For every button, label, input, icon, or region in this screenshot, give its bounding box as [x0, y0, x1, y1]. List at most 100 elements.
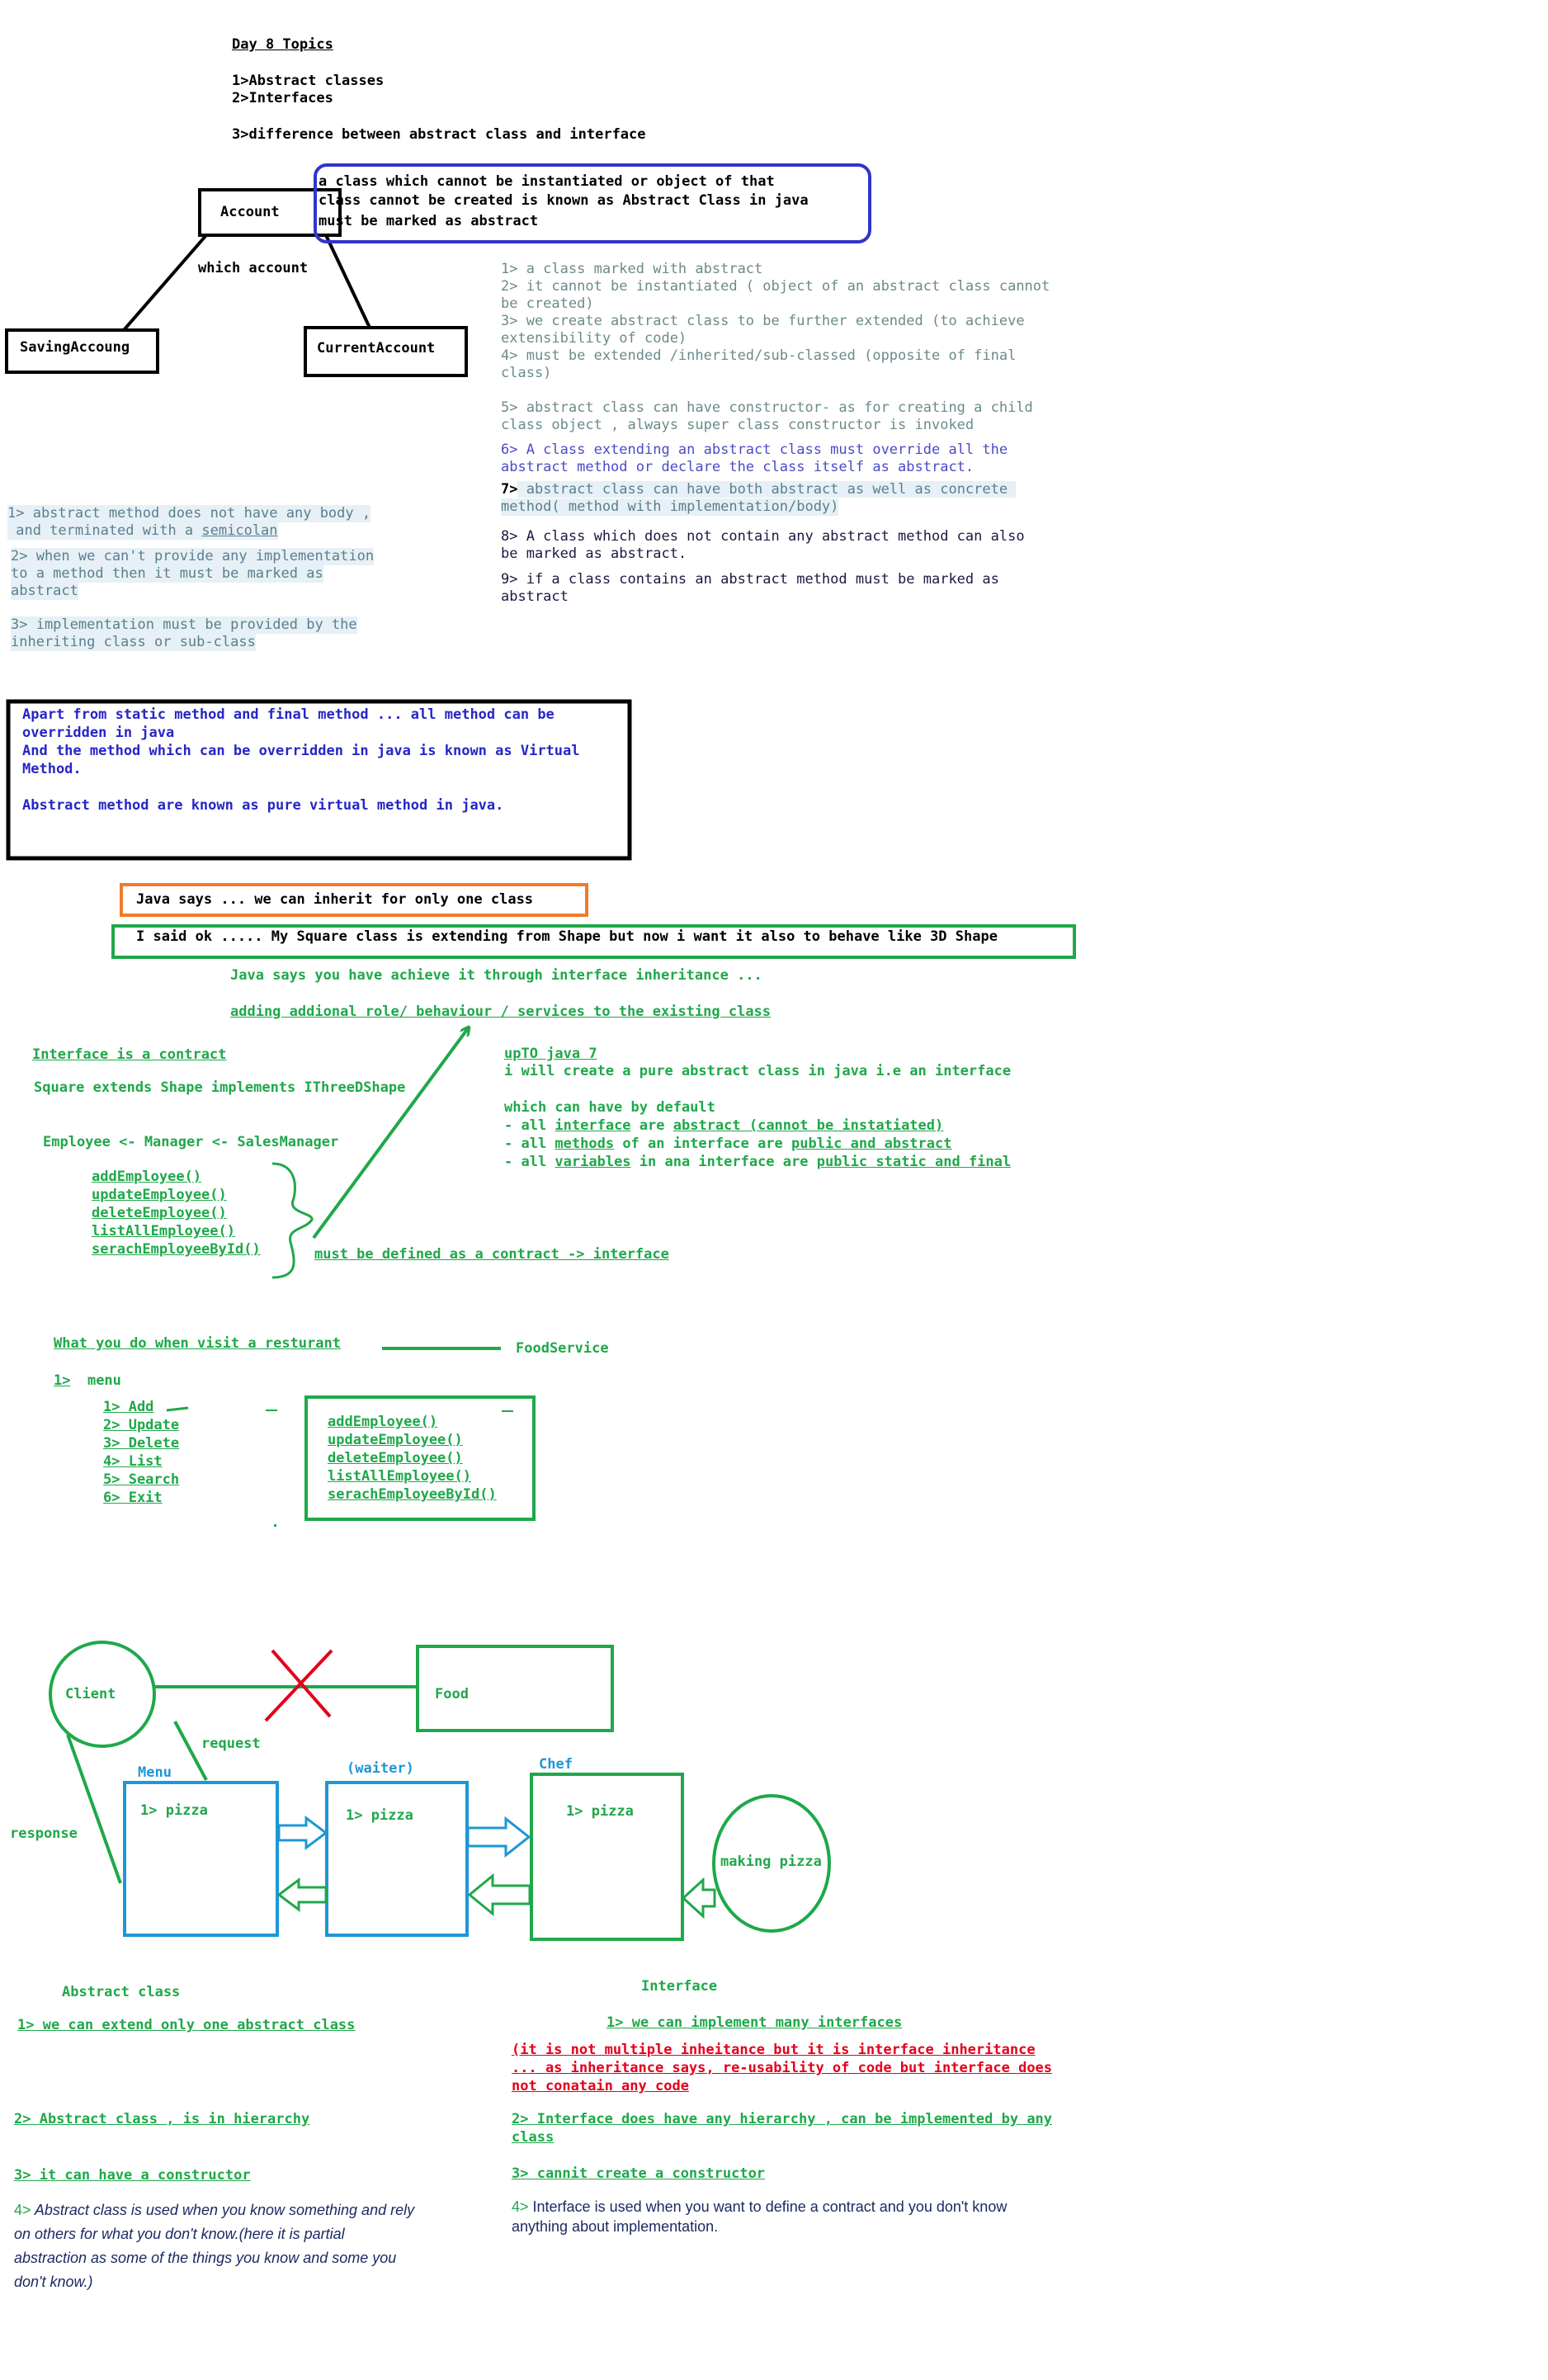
account-label: Account	[220, 204, 280, 220]
rule-line: method( method with implementation/body)	[501, 498, 839, 516]
menu-dot	[274, 1524, 276, 1527]
rule-7-text: abstract class can have both abstract as…	[517, 481, 1017, 498]
java7-text: - all	[504, 1117, 555, 1134]
menu-item: 2> Update	[103, 1417, 180, 1433]
java7-text: - all	[504, 1154, 555, 1170]
abstract-point-4-num: 4>	[14, 2202, 31, 2218]
waiter-pizza: 1> pizza	[346, 1807, 413, 1824]
interface-point-3: 3> cannit create a constructor	[512, 2165, 766, 2182]
virtual-line-1: Apart from static method and final metho…	[22, 706, 555, 723]
waiter-label: (waiter)	[347, 1760, 414, 1777]
food-service-label: FoodService	[516, 1340, 609, 1357]
method-item: deleteEmployee()	[92, 1205, 227, 1221]
java7-title: upTO java 7	[504, 1046, 597, 1062]
menu-to-waiter-arrow	[277, 1816, 328, 1850]
topic-1: 1>Abstract classes	[232, 73, 385, 89]
account-to-saving-line	[122, 234, 208, 332]
interface-heading: Interface	[641, 1978, 718, 1995]
java7-text: variables	[555, 1154, 631, 1170]
definition-line-3: must be marked as abstract	[319, 213, 539, 229]
menu-item: 5> Search	[103, 1471, 180, 1488]
method-item: serachEmployeeById()	[92, 1241, 261, 1258]
contract-label: Interface is a contract	[32, 1046, 227, 1063]
which-account-label: which account	[198, 260, 309, 276]
rule-line: 2> it cannot be instantiated ( object of…	[501, 278, 1050, 295]
menu-dash-1	[166, 1406, 189, 1412]
java-says-2-label: Java says you have achieve it through in…	[230, 967, 762, 984]
rule-line: 5> abstract class can have constructor- …	[501, 399, 1033, 416]
rule-line: 8> A class which does not contain any ab…	[501, 528, 1025, 545]
method-rule-line: and terminated with a semicolan	[7, 522, 278, 540]
abstract-point-4-line-1: 4> Abstract class is used when you know …	[14, 2198, 414, 2222]
current-account-label: CurrentAccount	[317, 340, 436, 357]
interface-point-2-line-1: 2> Interface does have any hierarchy , c…	[512, 2111, 1053, 2127]
rule-line: 3> we create abstract class to be furthe…	[501, 313, 1025, 329]
food-label: Food	[435, 1686, 469, 1702]
rule-line: extensibility of code)	[501, 330, 687, 347]
java7-line-2: which can have by default	[504, 1099, 715, 1116]
interface-note-2: ... as inheritance says, re-usability of…	[512, 2060, 1053, 2076]
methods-brace	[271, 1162, 314, 1279]
service-method: updateEmployee()	[328, 1432, 463, 1448]
restaurant-question: What you do when visit a resturant	[54, 1335, 341, 1352]
abstract-point-4-line-2: on others for what you don't know.(here …	[14, 2226, 345, 2242]
virtual-line-2: overridden in java	[22, 725, 175, 741]
method-rule-line: 2> when we can't provide any implementat…	[11, 548, 375, 565]
waiter-to-menu-arrow	[276, 1877, 328, 1912]
rule-line: 4> must be extended /inherited/sub-class…	[501, 347, 1017, 364]
saving-account-label: SavingAccoung	[20, 339, 130, 356]
rule-line: class)	[501, 365, 552, 381]
rule-line: 7> abstract class can have both abstract…	[501, 481, 1017, 498]
virtual-line-3: And the method which can be overridden i…	[22, 743, 580, 759]
interface-point-4-line-2: anything about implementation.	[512, 2218, 719, 2235]
java7-text: of an interface are	[614, 1136, 792, 1152]
rule-line: be created)	[501, 295, 594, 312]
abstract-point-3: 3> it can have a constructor	[14, 2167, 251, 2184]
menu-heading: 1> menu	[54, 1372, 121, 1390]
java7-text: public static and final	[816, 1154, 1012, 1170]
virtual-line-4: Method.	[22, 761, 82, 777]
response-line	[66, 1734, 122, 1884]
client-label: Client	[65, 1686, 116, 1702]
adding-role-label: adding addional role/ behaviour / servic…	[230, 1003, 772, 1020]
page-title: Day 8 Topics	[232, 36, 333, 53]
rule-line: be marked as abstract.	[501, 545, 687, 562]
topic-3: 3>difference between abstract class and …	[232, 126, 646, 143]
java7-text: are	[630, 1117, 673, 1134]
rule-7-num: 7>	[501, 481, 518, 498]
interface-point-4-text: Interface is used when you want to defin…	[528, 2198, 1008, 2215]
service-method: listAllEmployee()	[328, 1468, 471, 1485]
chef-pizza: 1> pizza	[566, 1803, 634, 1820]
rule-line: abstract	[501, 588, 569, 605]
method-rule-text: and terminated with a	[7, 522, 202, 539]
method-item: listAllEmployee()	[92, 1223, 235, 1240]
response-label: response	[10, 1825, 78, 1842]
java7-text: - all	[504, 1136, 555, 1152]
method-rule-line: 3> implementation must be provided by th…	[11, 616, 357, 634]
java7-text: interface	[555, 1117, 631, 1134]
menu-item: 1> Add	[103, 1399, 154, 1415]
account-to-current-line	[324, 234, 371, 328]
abstract-point-4-line-4: don't know.)	[14, 2274, 93, 2290]
definition-line-1: a class which cannot be instantiated or …	[319, 173, 775, 190]
interface-point-1: 1> we can implement many interfaces	[606, 2014, 903, 2031]
menu-label: Menu	[138, 1764, 172, 1781]
rule-line: 1> a class marked with abstract	[501, 261, 763, 277]
method-rule-line: inheriting class or sub-class	[11, 634, 256, 651]
rule-line: class object , always super class constr…	[501, 417, 975, 433]
java7-line-5: - all variables in ana interface are pub…	[504, 1154, 1011, 1171]
java7-text: abstract (cannot be instatiated)	[673, 1117, 944, 1134]
abstract-point-1: 1> we can extend only one abstract class	[17, 2017, 356, 2033]
service-method: addEmployee()	[328, 1414, 438, 1430]
java7-text: public and abstract	[791, 1136, 952, 1152]
method-rule-line: abstract	[11, 583, 78, 600]
service-method: deleteEmployee()	[328, 1450, 463, 1466]
i-said-label: I said ok ..... My Square class is exten…	[136, 928, 998, 945]
rule-line: 6> A class extending an abstract class m…	[501, 442, 1008, 458]
interface-note-1: (it is not multiple inheitance but it is…	[512, 2042, 1036, 2058]
waiter-to-chef-arrow	[466, 1816, 531, 1858]
must-be-defined-label: must be defined as a contract -> interfa…	[314, 1246, 669, 1263]
interface-point-4-num: 4>	[512, 2198, 529, 2215]
chef-label: Chef	[539, 1756, 573, 1773]
square-label: Square extends Shape implements IThreeDS…	[34, 1079, 406, 1096]
